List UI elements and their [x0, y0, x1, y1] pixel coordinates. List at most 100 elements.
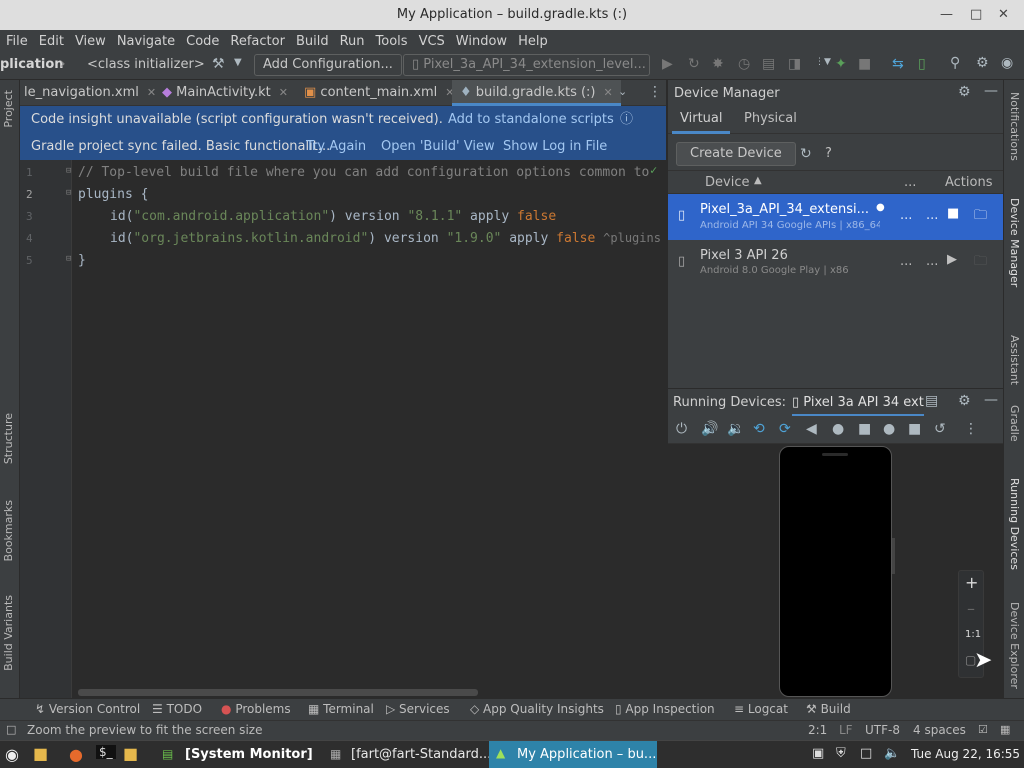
stripe-project[interactable]: Project — [2, 90, 15, 128]
stripe-assistant[interactable]: Assistant — [1008, 335, 1021, 385]
menu-run[interactable]: Run — [340, 34, 365, 49]
volume-up-icon[interactable]: 🔊 — [701, 421, 718, 437]
rerun-icon[interactable]: ↻ — [688, 56, 700, 72]
zoom-in-icon[interactable]: + — [965, 573, 978, 592]
close-icon[interactable]: ✕ — [604, 86, 613, 99]
rotate-left-icon[interactable]: ⟲ — [753, 421, 765, 437]
tab-physical[interactable]: Physical — [736, 106, 805, 134]
menu-help[interactable]: Help — [518, 34, 548, 49]
camera-icon[interactable]: ● — [883, 421, 895, 437]
create-device-button[interactable]: Create Device — [676, 142, 796, 166]
add-configuration-button[interactable]: Add Configuration... — [254, 54, 402, 76]
indent-setting[interactable]: 4 spaces — [913, 723, 966, 737]
home-icon[interactable]: ● — [832, 421, 844, 437]
tab-running-device[interactable]: ▯ Pixel 3a API 34 ext — [792, 389, 924, 417]
device-row-selected[interactable]: ▯ Pixel_3a_API_34_extensi... ● Android A… — [668, 194, 1004, 240]
memory-icon[interactable]: ▦ — [1000, 723, 1010, 736]
device-row[interactable]: ▯ Pixel 3 API 26 Android 8.0 Google Play… — [668, 240, 1004, 286]
tool-app-quality-insights[interactable]: ◇ App Quality Insights — [470, 702, 604, 716]
menu-edit[interactable]: Edit — [39, 34, 64, 49]
status-square-icon[interactable]: □ — [6, 723, 16, 736]
folder-icon[interactable]: 🗀 — [974, 252, 987, 274]
tool-build[interactable]: ⚒ Build — [806, 702, 851, 716]
stripe-structure[interactable]: Structure — [2, 413, 15, 464]
stripe-build-variants[interactable]: Build Variants — [2, 595, 15, 671]
chevron-down-icon[interactable]: ▼ — [234, 57, 242, 68]
close-icon[interactable]: ✕ — [998, 7, 1009, 22]
menu-view[interactable]: View — [75, 34, 106, 49]
tool-services[interactable]: ▷ Services — [386, 702, 450, 716]
debug-icon[interactable]: ✸ — [712, 56, 724, 72]
more-icon[interactable]: ... — [926, 254, 938, 269]
attach-icon[interactable]: ◨ — [788, 56, 801, 72]
close-icon[interactable]: ✕ — [279, 86, 288, 99]
device-manager-icon[interactable]: ▯ — [918, 56, 926, 72]
emulator-screen[interactable] — [779, 446, 892, 697]
tab-virtual[interactable]: Virtual — [672, 106, 731, 134]
tab-navigation-xml[interactable]: le_navigation.xml ✕ — [24, 80, 156, 106]
task-system-monitor[interactable]: [System Monitor] — [185, 747, 313, 762]
help-icon[interactable]: ⓘ — [620, 106, 633, 133]
more-vertical-icon[interactable]: ⋮ — [964, 421, 978, 437]
task-android-studio[interactable]: ▲ My Application – bu... — [489, 741, 657, 768]
terminal-icon[interactable]: $_ — [96, 745, 116, 759]
lock-icon[interactable]: ☑ — [978, 723, 988, 736]
tab-mainactivity[interactable]: ◆ MainActivity.kt ✕ — [162, 80, 288, 106]
add-standalone-scripts-link[interactable]: Add to standalone scripts — [448, 106, 614, 133]
more-run-icon[interactable]: ⋮▼ — [815, 57, 831, 67]
power-icon[interactable]: ⏻ — [676, 421, 687, 437]
line-separator[interactable]: LF — [839, 723, 853, 737]
task-terminal[interactable]: [fart@fart-Standard... — [351, 747, 491, 762]
video-icon[interactable]: ■ — [908, 421, 921, 437]
gear-icon[interactable]: ⚙ — [976, 55, 989, 71]
run-icon[interactable]: ▶ — [662, 56, 673, 72]
menu-navigate[interactable]: Navigate — [117, 34, 175, 49]
close-icon[interactable]: ✕ — [147, 86, 156, 99]
minimize-panel-icon[interactable]: — — [984, 392, 998, 408]
fold-icon[interactable]: ⊟ — [66, 188, 71, 198]
menu-vcs[interactable]: VCS — [419, 34, 445, 49]
stripe-notifications[interactable]: Notifications — [1008, 92, 1021, 161]
sync-gradle-icon[interactable]: ⇆ — [892, 56, 904, 72]
apply-changes-icon[interactable]: ✦ — [835, 56, 847, 72]
search-icon[interactable]: ⚲ — [950, 55, 960, 71]
stripe-bookmarks[interactable]: Bookmarks — [2, 500, 15, 561]
help-icon[interactable]: ? — [825, 146, 832, 161]
menu-code[interactable]: Code — [186, 34, 219, 49]
coverage-icon[interactable]: ▤ — [762, 56, 775, 72]
tool-terminal[interactable]: ▦ Terminal — [308, 702, 374, 716]
tool-logcat[interactable]: ≡ Logcat — [734, 702, 788, 716]
minimize-panel-icon[interactable]: — — [984, 83, 998, 99]
more-icon[interactable]: ... — [900, 254, 912, 269]
account-icon[interactable]: ◉ — [1001, 55, 1013, 71]
stripe-device-manager[interactable]: Device Manager — [1008, 198, 1021, 287]
minimize-icon[interactable]: — — [940, 7, 953, 22]
maximize-icon[interactable]: □ — [970, 7, 982, 22]
overview-icon[interactable]: ■ — [858, 421, 871, 437]
clipboard-icon[interactable]: ▣ — [812, 746, 824, 761]
stripe-running-devices[interactable]: Running Devices — [1008, 478, 1021, 570]
stripe-device-explorer[interactable]: Device Explorer — [1008, 602, 1021, 689]
more-icon[interactable]: ... — [926, 208, 938, 223]
clock[interactable]: Tue Aug 22, 16:55 — [911, 747, 1020, 761]
refresh-icon[interactable]: ↻ — [800, 146, 812, 162]
horizontal-scrollbar[interactable] — [78, 689, 478, 696]
open-build-view-link[interactable]: Open 'Build' View — [381, 133, 495, 160]
more-icon[interactable]: ... — [900, 208, 912, 223]
breadcrumb-project[interactable]: plication — [0, 57, 64, 72]
menu-launcher-icon[interactable]: ◉ — [5, 745, 19, 764]
stripe-gradle[interactable]: Gradle — [1008, 405, 1021, 442]
tab-build-gradle[interactable]: ♦ build.gradle.kts (:) ✕ — [452, 80, 621, 106]
breadcrumb-class[interactable]: <class initializer> — [87, 57, 205, 72]
gear-icon[interactable]: ⚙ — [958, 84, 971, 100]
chevron-down-icon[interactable]: ⌄ — [618, 85, 627, 98]
tool-todo[interactable]: ☰ TODO — [152, 702, 202, 716]
menu-refactor[interactable]: Refactor — [230, 34, 285, 49]
profile-icon[interactable]: ◷ — [738, 56, 750, 72]
caret-position[interactable]: 2:1 — [808, 723, 827, 737]
display-icon[interactable]: □ — [860, 746, 872, 761]
folder-icon[interactable]: 🗀 — [974, 206, 987, 228]
menu-file[interactable]: File — [6, 34, 28, 49]
volume-icon[interactable]: 🔈 — [884, 746, 900, 761]
more-vertical-icon[interactable]: ⋮ — [648, 84, 662, 100]
